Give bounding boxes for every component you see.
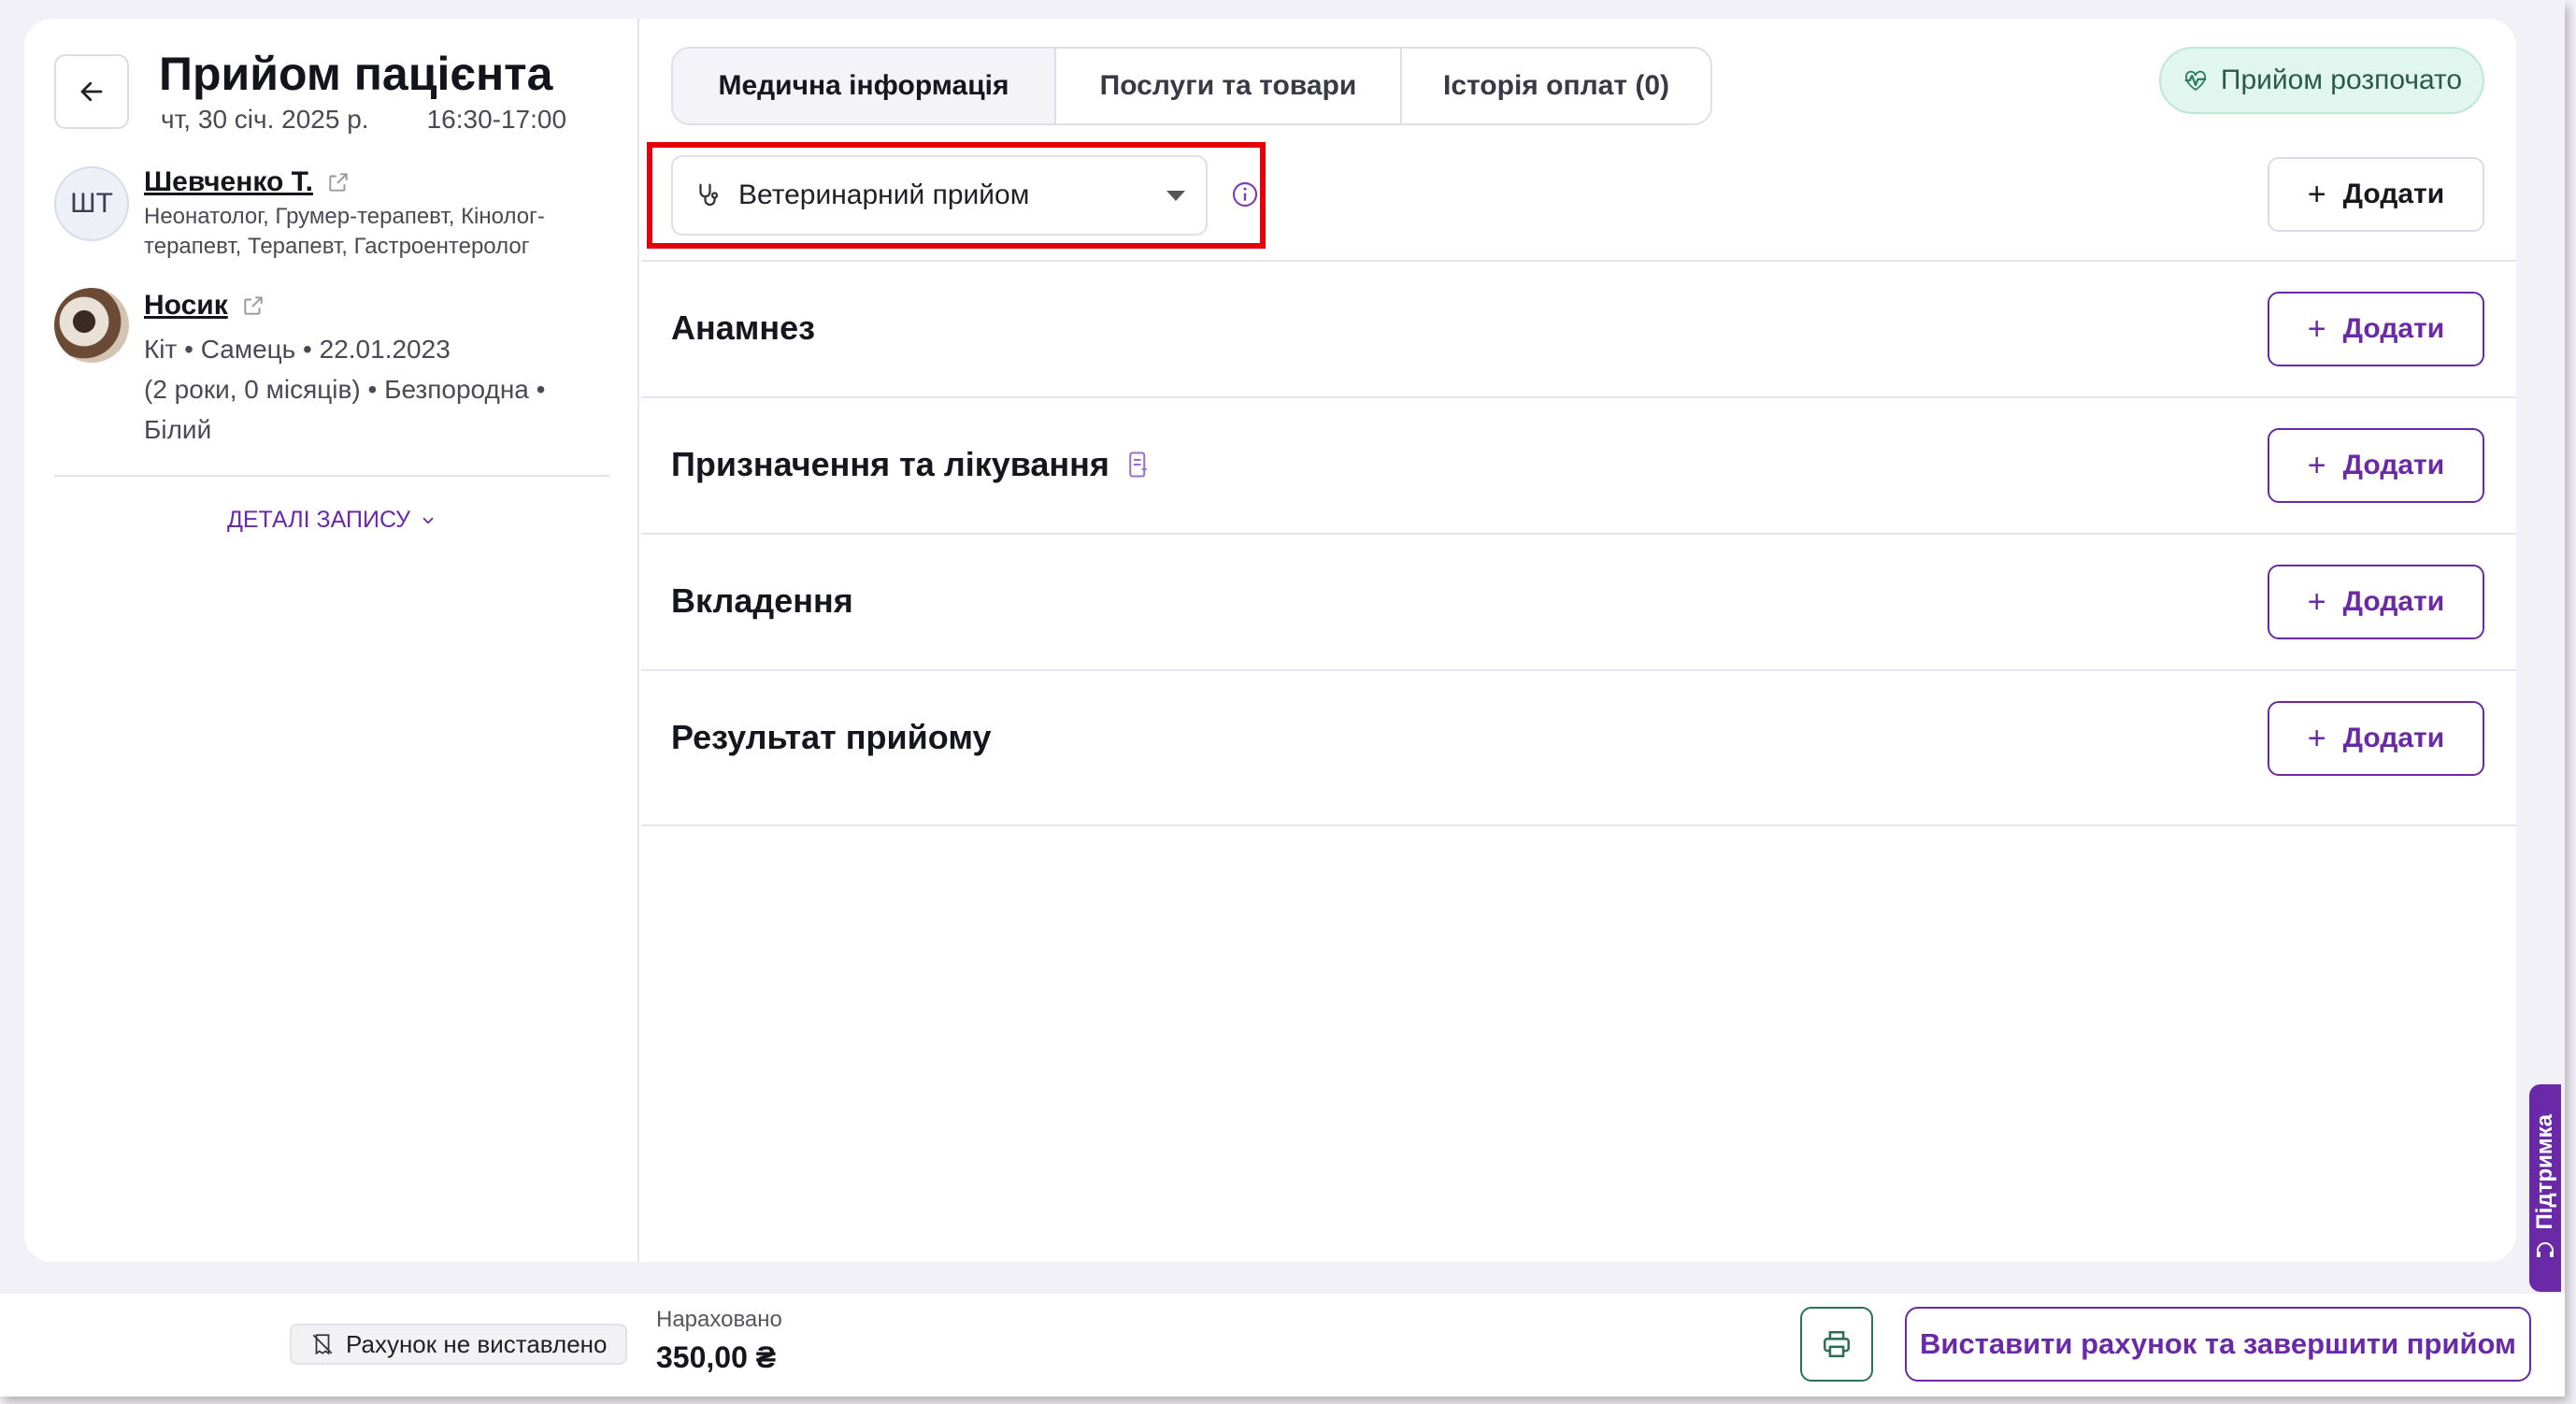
plus-icon: + <box>2307 720 2326 756</box>
add-visit-type-wrap: + Додати <box>2268 157 2484 232</box>
tab-medical-info[interactable]: Медична інформація <box>673 49 1056 123</box>
add-label: Додати <box>2342 450 2445 480</box>
doctor-specialties: Неонатолог, Грумер-терапевт, Кінолог-тер… <box>144 204 545 259</box>
accrued-label: Нараховано <box>656 1307 782 1332</box>
plus-icon: + <box>2307 583 2326 620</box>
divider <box>54 475 609 477</box>
add-button[interactable]: + Додати <box>2268 157 2484 232</box>
section-attachments: Вкладення + Додати <box>641 533 2516 669</box>
page-title: Прийом пацієнта <box>159 48 553 100</box>
divider <box>641 824 2516 826</box>
pet-info-line: (2 роки, 0 місяців) • Безпородна • <box>144 375 546 404</box>
external-link-icon[interactable] <box>241 294 265 318</box>
info-icon[interactable] <box>1230 179 1260 214</box>
invoice-status-badge: Рахунок не виставлено <box>290 1324 628 1365</box>
support-label: Підтримка <box>2532 1114 2557 1230</box>
appointment-date: чт, 30 січ. 2025 р. <box>161 105 369 134</box>
external-link-icon[interactable] <box>326 170 351 194</box>
plus-icon: + <box>2307 447 2326 483</box>
back-button[interactable] <box>54 54 129 129</box>
caret-down-icon <box>1166 191 1185 201</box>
appointment-datetime: чт, 30 січ. 2025 р. 16:30-17:00 <box>161 105 566 135</box>
visit-type-select[interactable]: Ветеринарний прийом <box>671 155 1208 236</box>
add-anamnesis-button[interactable]: + Додати <box>2268 292 2484 366</box>
section-anamnesis: Анамнез + Додати <box>641 260 2516 396</box>
add-label: Додати <box>2342 586 2445 617</box>
record-details-label: ДЕТАЛІ ЗАПИСУ <box>226 507 411 533</box>
doctor-avatar: ШТ <box>54 166 129 241</box>
pet-photo <box>54 288 129 363</box>
add-label: Додати <box>2342 723 2445 753</box>
pet-name: Носик <box>144 290 228 321</box>
plus-icon: + <box>2307 310 2326 347</box>
arrow-left-icon <box>80 81 103 102</box>
section-title: Вкладення <box>671 581 853 620</box>
patient-panel: Прийом пацієнта чт, 30 січ. 2025 р. 16:30… <box>24 19 639 1262</box>
invoice-finish-button[interactable]: Виставити рахунок та завершити прийом <box>1905 1307 2531 1382</box>
pet-info: Кіт • Самець • 22.01.2023 (2 роки, 0 міс… <box>144 329 611 450</box>
printer-icon <box>1823 1330 1851 1358</box>
record-details-toggle[interactable]: ДЕТАЛІ ЗАПИСУ <box>24 507 639 534</box>
plus-icon: + <box>2307 176 2326 212</box>
pet-info-line: Кіт • Самець • 22.01.2023 <box>144 335 451 364</box>
no-receipt-icon <box>312 1334 333 1355</box>
tab-bar: Медична інформація Послуги та товари Іст… <box>671 47 1712 125</box>
visit-type-value: Ветеринарний прийом <box>738 179 1030 210</box>
section-title-text: Призначення та лікування <box>671 445 1109 483</box>
status-badge: Прийом розпочато <box>2159 47 2484 114</box>
headset-icon <box>2537 1241 2554 1257</box>
print-button[interactable] <box>1800 1307 1873 1382</box>
visit-card: Прийом пацієнта чт, 30 січ. 2025 р. 16:30… <box>24 19 2516 1262</box>
add-treatment-button[interactable]: + Додати <box>2268 428 2484 503</box>
invoice-status-label: Рахунок не виставлено <box>346 1329 608 1358</box>
stethoscope-icon <box>699 183 719 207</box>
section-title: Анамнез <box>671 308 816 347</box>
main-panel: Медична інформація Послуги та товари Іст… <box>641 19 2516 1262</box>
section-visit-result: Результат прийому + Додати <box>641 669 2516 806</box>
add-attachment-button[interactable]: + Додати <box>2268 565 2484 639</box>
add-label: Додати <box>2342 179 2445 209</box>
tab-services-goods[interactable]: Послуги та товари <box>1056 49 1402 123</box>
accrued-value: 350,00 ₴ <box>656 1340 777 1374</box>
pet-info-line: Білий <box>144 415 212 444</box>
support-tab[interactable]: Підтримка <box>2529 1084 2561 1292</box>
doctor-name-link[interactable]: Шевченко Т. <box>144 166 351 198</box>
appointment-time: 16:30-17:00 <box>426 105 567 134</box>
pet-name-link[interactable]: Носик <box>144 290 265 322</box>
status-label: Прийом розпочато <box>2220 64 2463 95</box>
section-title: Результат прийому <box>671 718 992 756</box>
tab-payment-history[interactable]: Історія оплат (0) <box>1402 49 1710 123</box>
section-title: Призначення та лікування <box>671 445 1151 484</box>
app-window: Прийом пацієнта чт, 30 січ. 2025 р. 16:30… <box>0 0 2565 1397</box>
add-label: Додати <box>2342 313 2445 344</box>
doctor-name: Шевченко Т. <box>144 166 313 197</box>
section-treatment: Призначення та лікування + Додати <box>641 396 2516 533</box>
heartbeat-icon <box>2184 70 2207 92</box>
chevron-down-icon <box>422 517 434 524</box>
add-result-button[interactable]: + Додати <box>2268 701 2484 776</box>
prescription-icon[interactable] <box>1126 451 1151 479</box>
footer-bar: Рахунок не виставлено Нараховано 350,00 … <box>0 1294 2565 1397</box>
